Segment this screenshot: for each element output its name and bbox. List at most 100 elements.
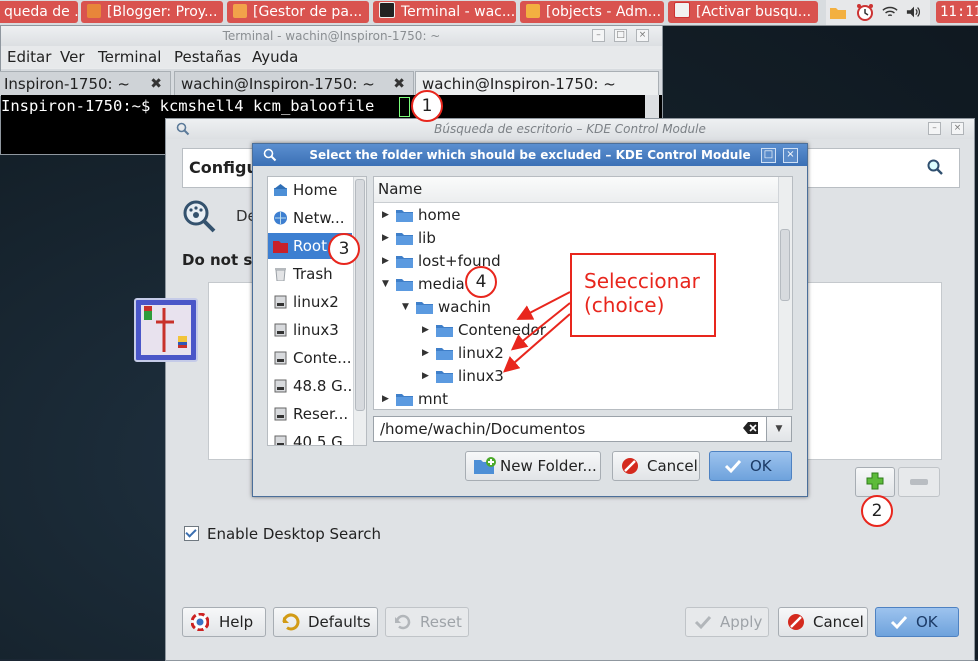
place-drive[interactable]: linux3	[268, 317, 352, 343]
close-button[interactable]: ×	[783, 148, 798, 163]
defaults-button[interactable]: Defaults	[273, 607, 378, 637]
ok-label: OK	[750, 457, 772, 475]
enable-desktop-search-checkbox[interactable]: Enable Desktop Search	[184, 525, 381, 543]
place-label: Trash	[293, 265, 333, 283]
close-button[interactable]: ×	[636, 29, 649, 42]
place-drive[interactable]: 40.5 G...	[268, 429, 352, 446]
folder-open-icon	[396, 279, 413, 291]
places-panel: Home Netw... Root Trash linux2 linux3 Co…	[267, 176, 367, 446]
tree-column-header[interactable]: Name	[374, 177, 778, 203]
expand-arrow-icon[interactable]: ▶	[382, 250, 392, 273]
expand-arrow-icon[interactable]: ▶	[382, 227, 392, 250]
place-drive[interactable]: Reser...	[268, 401, 352, 427]
menu-editar[interactable]: Editar	[7, 46, 51, 68]
menu-ayuda[interactable]: Ayuda	[252, 46, 298, 68]
reset-icon	[395, 614, 411, 630]
plus-icon	[866, 472, 884, 490]
place-drive[interactable]: linux2	[268, 289, 352, 315]
place-home[interactable]: Home	[268, 177, 352, 203]
name-column-label: Name	[378, 180, 423, 198]
wifi-icon[interactable]	[882, 5, 898, 19]
terminal-tab-3[interactable]: wachin@Inspiron-1750: ~	[415, 71, 659, 96]
add-folder-button[interactable]	[855, 467, 895, 497]
place-drive[interactable]: 48.8 G...	[268, 373, 352, 399]
task-label: [objects - Adm...	[546, 4, 662, 20]
node-label: Contenedor	[458, 321, 546, 339]
place-label: Conte...	[293, 349, 352, 367]
document-icon	[674, 2, 690, 18]
new-folder-button[interactable]: New Folder...	[465, 451, 601, 481]
maximize-button[interactable]: □	[761, 148, 776, 163]
tab-label: Inspiron-1750: ~	[4, 75, 130, 93]
ok-button[interactable]: OK	[875, 607, 959, 637]
clock[interactable]: 11:11	[936, 1, 978, 23]
expand-arrow-icon[interactable]: ▶	[422, 342, 432, 365]
node-label: home	[418, 206, 461, 224]
menu-terminal[interactable]: Terminal	[98, 46, 161, 68]
root-folder-icon	[273, 241, 288, 253]
place-network[interactable]: Netw...	[268, 205, 352, 231]
maximize-button[interactable]: □	[614, 29, 627, 42]
apply-button[interactable]: Apply	[685, 607, 769, 637]
minimize-button[interactable]: –	[928, 122, 941, 135]
folder-open-icon	[416, 302, 433, 314]
blogger-icon	[87, 4, 101, 18]
ok-label: OK	[916, 613, 938, 631]
task-button-document[interactable]: [Activar busqu...	[668, 1, 818, 23]
minus-icon	[910, 479, 928, 485]
task-button-terminal[interactable]: Terminal - wac...	[373, 1, 516, 23]
desktop-logo	[134, 298, 198, 362]
places-scrollbar-thumb[interactable]	[355, 179, 365, 411]
close-button[interactable]: ×	[951, 122, 964, 135]
task-button-blogger[interactable]: [Blogger: Proy...	[81, 1, 223, 23]
terminal-tab-2[interactable]: wachin@Inspiron-1750: ~ ✖	[174, 71, 414, 96]
path-dropdown-button[interactable]: ▼	[766, 416, 792, 442]
package-manager-icon	[233, 4, 247, 18]
place-label: 40.5 G...	[293, 433, 352, 446]
close-tab-icon[interactable]: ✖	[393, 72, 405, 96]
system-tray	[826, 0, 930, 25]
terminal-menubar: Editar Ver Terminal Pestañas Ayuda	[1, 46, 662, 68]
volume-icon[interactable]	[906, 5, 922, 19]
cancel-button[interactable]: Cancel	[778, 607, 868, 637]
collapse-arrow-icon[interactable]: ▼	[402, 296, 412, 319]
checkmark-icon	[694, 615, 712, 630]
expand-arrow-icon[interactable]: ▶	[422, 319, 432, 342]
drive-icon	[274, 323, 287, 337]
minimize-button[interactable]: –	[592, 29, 605, 42]
terminal-tab-1[interactable]: Inspiron-1750: ~ ✖	[0, 71, 171, 96]
dialog-cancel-button[interactable]: Cancel	[612, 451, 700, 481]
place-trash[interactable]: Trash	[268, 261, 352, 287]
expand-arrow-icon[interactable]: ▶	[422, 365, 432, 388]
expand-arrow-icon[interactable]: ▶	[382, 388, 392, 409]
place-label: Root	[293, 237, 327, 255]
terminal-cursor	[399, 97, 410, 117]
reset-label: Reset	[420, 613, 462, 631]
folder-icon[interactable]	[830, 5, 846, 19]
annotation-callout-text: Seleccionar (choice)	[584, 269, 700, 317]
clear-text-icon[interactable]	[743, 421, 759, 435]
task-button-browser[interactable]: queda de ...	[0, 1, 78, 23]
apply-label: Apply	[720, 613, 763, 631]
reset-button[interactable]: Reset	[385, 607, 469, 637]
menu-pestanas[interactable]: Pestañas	[174, 46, 241, 68]
tree-scrollbar-thumb[interactable]	[780, 229, 790, 301]
checkbox-checked[interactable]	[184, 526, 199, 541]
close-tab-icon[interactable]: ✖	[150, 72, 162, 96]
task-button-package-manager[interactable]: [Gestor de pa...	[227, 1, 369, 23]
dialog-ok-button[interactable]: OK	[709, 451, 792, 481]
menu-ver[interactable]: Ver	[60, 46, 85, 68]
help-button[interactable]: Help	[182, 607, 266, 637]
remove-folder-button[interactable]	[898, 467, 940, 497]
task-button-file-manager[interactable]: [objects - Adm...	[520, 1, 664, 23]
path-input[interactable]	[374, 417, 730, 441]
path-combobox[interactable]	[373, 416, 767, 442]
expand-arrow-icon[interactable]: ▶	[382, 204, 392, 227]
alarm-clock-icon[interactable]	[856, 3, 874, 21]
task-label: [Gestor de pa...	[253, 4, 363, 20]
collapse-arrow-icon[interactable]: ▼	[382, 273, 392, 296]
place-drive[interactable]: Conte...	[268, 345, 352, 371]
folder-icon	[396, 233, 413, 245]
do-not-search-label: Do not se	[182, 251, 263, 269]
folder-icon	[436, 325, 453, 337]
